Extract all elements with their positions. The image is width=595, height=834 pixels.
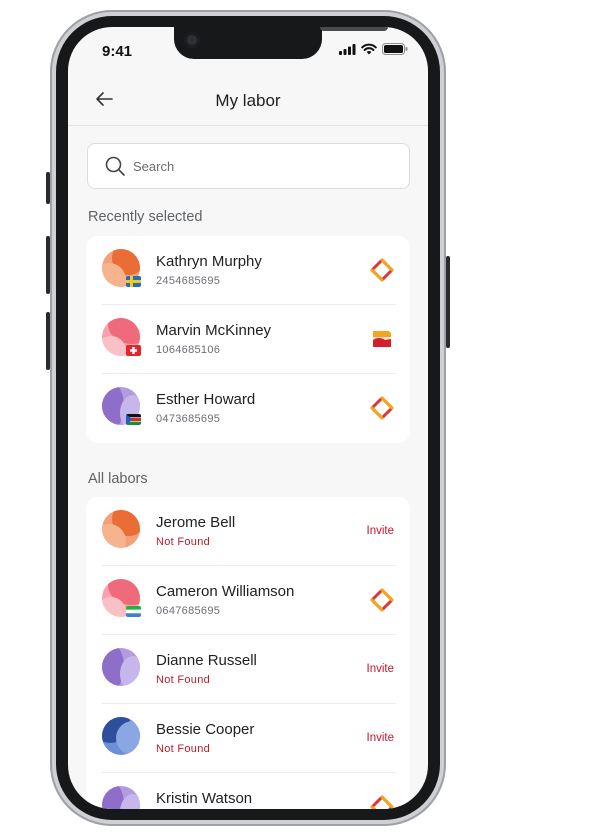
not-found-status: Not Found bbox=[156, 674, 211, 686]
avatar bbox=[102, 648, 140, 686]
ring-logo-icon bbox=[370, 795, 394, 809]
ring-logo-icon bbox=[370, 588, 394, 612]
search-input[interactable]: Search bbox=[87, 143, 410, 189]
card-logo-icon bbox=[373, 331, 391, 347]
search-placeholder: Search bbox=[133, 159, 175, 174]
labor-id: 0473685695 bbox=[156, 413, 221, 425]
not-found-status: Not Found bbox=[156, 743, 211, 755]
all-section-title: All labors bbox=[88, 471, 148, 487]
labor-id: 2454685695 bbox=[156, 275, 221, 287]
power-button bbox=[446, 256, 450, 348]
speaker bbox=[320, 27, 388, 31]
battery-icon bbox=[382, 43, 408, 55]
labor-item[interactable]: Dianne Russell Not Found Invite bbox=[86, 635, 410, 704]
invite-button[interactable]: Invite bbox=[367, 732, 395, 744]
app-screen: 9:41 My labor Search Recently selected K… bbox=[68, 27, 428, 809]
mute-switch bbox=[46, 172, 50, 204]
ring-logo-icon bbox=[370, 396, 394, 420]
avatar bbox=[102, 510, 140, 548]
search-icon bbox=[105, 156, 125, 176]
labor-name: Marvin McKinney bbox=[156, 322, 272, 339]
recent-item[interactable]: Esther Howard 0473685695 bbox=[86, 374, 410, 443]
labor-item[interactable]: Jerome Bell Not Found Invite bbox=[86, 497, 410, 566]
volume-down-button bbox=[46, 312, 50, 370]
labor-name: Dianne Russell bbox=[156, 652, 257, 669]
labor-name: Kathryn Murphy bbox=[156, 253, 262, 270]
sierra-leone-flag-icon bbox=[126, 606, 141, 617]
switzerland-flag-icon bbox=[126, 345, 141, 356]
labor-id: 1064685106 bbox=[156, 344, 221, 356]
recent-list: Kathryn Murphy 2454685695 Marvin McKinne… bbox=[86, 236, 410, 443]
invite-button[interactable]: Invite bbox=[367, 663, 395, 675]
labor-name: Bessie Cooper bbox=[156, 721, 255, 738]
avatar bbox=[102, 786, 140, 809]
status-time: 9:41 bbox=[102, 43, 133, 60]
not-found-status: Not Found bbox=[156, 536, 211, 548]
south-sudan-flag-icon bbox=[126, 414, 141, 425]
labor-name: Cameron Williamson bbox=[156, 583, 295, 600]
page-title: My labor bbox=[215, 91, 281, 110]
labor-item[interactable]: Cameron Williamson 0647685695 bbox=[86, 566, 410, 635]
app-header: My labor bbox=[68, 85, 428, 126]
avatar bbox=[102, 717, 140, 755]
recent-item[interactable]: Kathryn Murphy 2454685695 bbox=[86, 236, 410, 305]
labor-name: Kristin Watson bbox=[156, 790, 253, 807]
labor-item[interactable]: Kristin Watson bbox=[86, 773, 410, 809]
recent-section-title: Recently selected bbox=[88, 209, 203, 225]
volume-up-button bbox=[46, 236, 50, 294]
labor-name: Esther Howard bbox=[156, 391, 256, 408]
notch bbox=[174, 27, 388, 59]
labor-id: 0647685695 bbox=[156, 605, 221, 617]
all-list: Jerome Bell Not Found Invite Cameron Wil… bbox=[86, 497, 410, 809]
ring-logo-icon bbox=[370, 258, 394, 282]
signal-icon bbox=[339, 43, 356, 55]
front-camera bbox=[184, 32, 200, 48]
labor-item[interactable]: Bessie Cooper Not Found Invite bbox=[86, 704, 410, 773]
invite-button[interactable]: Invite bbox=[367, 525, 395, 537]
status-icons bbox=[339, 43, 408, 55]
wifi-icon bbox=[361, 43, 377, 55]
labor-name: Jerome Bell bbox=[156, 514, 236, 531]
recent-item[interactable]: Marvin McKinney 1064685106 bbox=[86, 305, 410, 374]
sweden-flag-icon bbox=[126, 276, 141, 287]
